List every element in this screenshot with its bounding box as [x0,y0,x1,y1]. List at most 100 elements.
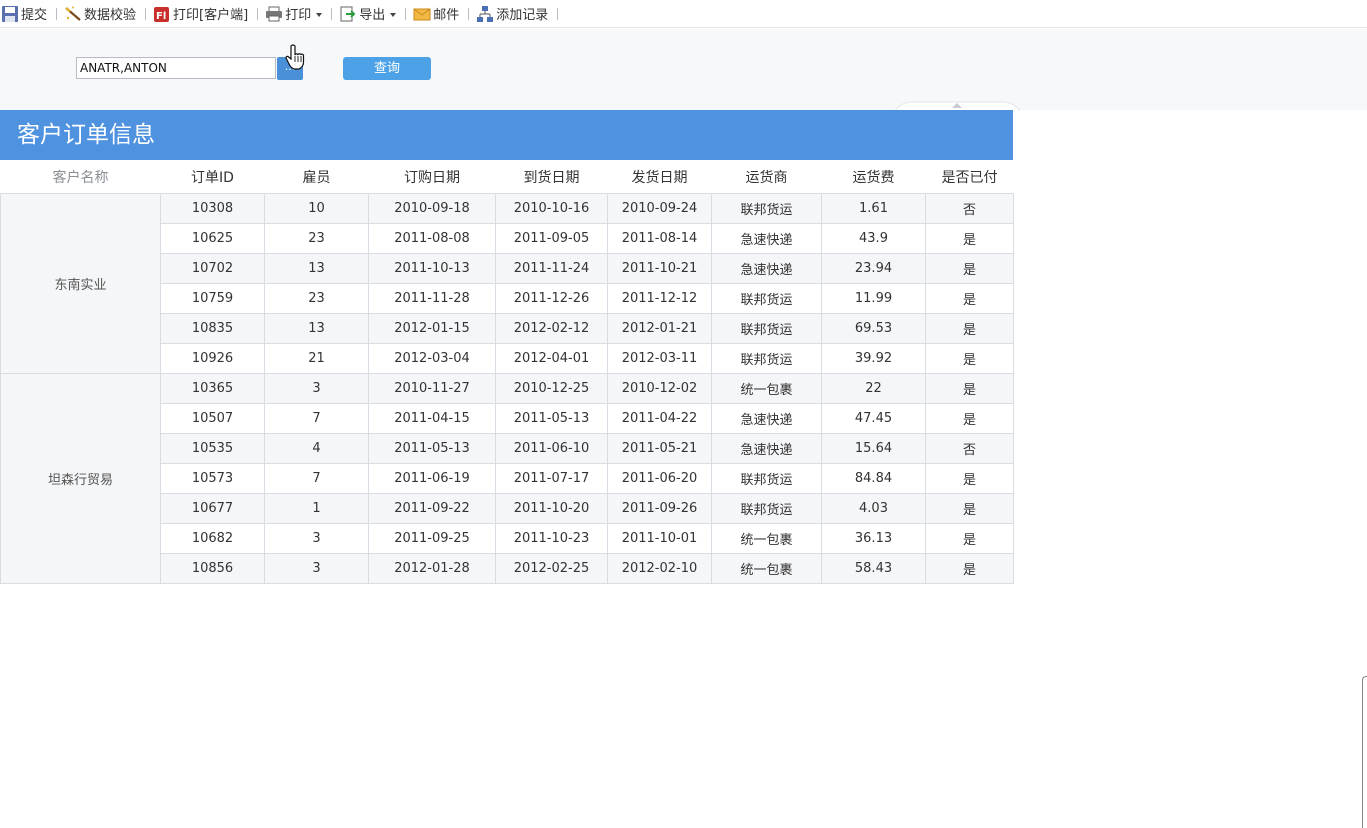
mail-button[interactable]: 邮件 [412,0,461,28]
table-cell: 统一包裹 [711,553,822,584]
table-cell: 10856 [160,553,265,584]
table-cell: 2012-03-11 [607,343,712,374]
table-cell: 联邦货运 [711,463,822,494]
table-cell: 10625 [160,223,265,254]
table-cell: 2011-10-21 [607,253,712,284]
table-cell: 是 [925,313,1014,344]
hand-cursor-icon [285,44,305,70]
table-cell: 10535 [160,433,265,464]
submit-label: 提交 [21,8,48,23]
svg-text:Fl: Fl [156,11,166,22]
submit-button[interactable]: 提交 [0,0,49,28]
table-cell: 10702 [160,253,265,284]
table-cell: 2011-06-19 [368,463,496,494]
check-wand-icon [65,6,81,21]
table-cell: 11.99 [821,283,926,314]
table-cell: 联邦货运 [711,283,822,314]
table-cell: 统一包裹 [711,523,822,554]
table-cell: 是 [925,283,1014,314]
table-cell: 1.61 [821,193,926,224]
table-cell: 否 [925,193,1014,224]
add-record-button[interactable]: 添加记录 [475,0,550,28]
table-cell: 2011-05-13 [495,403,608,434]
data-validate-button[interactable]: 数据校验 [63,0,138,28]
table-cell: 15.64 [821,433,926,464]
toolbar-separator [468,7,470,20]
table-cell: 2011-10-01 [607,523,712,554]
table-cell: 39.92 [821,343,926,374]
table-cell: 2011-07-17 [495,463,608,494]
parameter-panel: ANATR,ANTON ... 查询 [0,29,1367,111]
table-cell: 10759 [160,283,265,314]
table-cell: 84.84 [821,463,926,494]
toolbar-separator [331,7,333,20]
table-cell: 联邦货运 [711,193,822,224]
toolbar-separator [557,7,559,20]
column-header: 雇员 [264,160,369,194]
table-cell: 是 [925,553,1014,584]
column-header: 订单ID [160,160,265,194]
table-cell: 47.45 [821,403,926,434]
customer-input[interactable]: ANATR,ANTON [76,57,276,79]
table-cell: 2011-12-26 [495,283,608,314]
client-print-button[interactable]: Fl 打印[客户端] [152,0,250,28]
report-title: 客户订单信息 [0,110,1013,160]
mail-icon [413,8,431,20]
table-cell: 2012-04-01 [495,343,608,374]
table-cell: 10 [264,193,369,224]
table-cell: 2012-01-21 [607,313,712,344]
table-cell: 急速快递 [711,403,822,434]
table-cell: 3 [264,523,369,554]
table-cell: 联邦货运 [711,313,822,344]
column-header: 到货日期 [495,160,608,194]
table-cell: 是 [925,343,1014,374]
toolbar-separator [56,7,58,20]
toolbar-separator [145,7,147,20]
table-cell: 1 [264,493,369,524]
table-cell: 统一包裹 [711,373,822,404]
table-header-row: 客户名称 订单ID 雇员 订购日期 到货日期 发货日期 运货商 运货费 是否已付 [0,160,1014,194]
save-icon [2,5,18,22]
table-cell: 2010-12-25 [495,373,608,404]
table-cell: 2010-09-24 [607,193,712,224]
table-cell: 22 [821,373,926,404]
table-cell: 36.13 [821,523,926,554]
table-cell: 10365 [160,373,265,404]
toolbar-separator [405,7,407,20]
print-button[interactable]: 打印 [264,0,324,28]
table-cell: 联邦货运 [711,493,822,524]
print-label: 打印 [285,8,312,23]
table-cell: 是 [925,373,1014,404]
orders-table-body: 东南实业 10308 10 2010-09-18 2010-10-16 2010-09-2… [0,193,1014,584]
column-header: 订购日期 [368,160,496,194]
customer-name-cell: 坦森行贸易 [0,373,161,584]
table-cell: 2011-09-22 [368,493,496,524]
customer-name-cell: 东南实业 [0,193,161,374]
table-cell: 21 [264,343,369,374]
table-cell: 3 [264,553,369,584]
mail-label: 邮件 [433,8,460,23]
table-cell: 2011-04-15 [368,403,496,434]
add-record-label: 添加记录 [496,8,549,23]
table-cell: 2012-03-04 [368,343,496,374]
scrollbar-edge [1362,676,1367,828]
table-cell: 23.94 [821,253,926,284]
table-cell: 13 [264,253,369,284]
table-cell: 10926 [160,343,265,374]
table-cell: 2012-01-28 [368,553,496,584]
table-cell: 2012-02-10 [607,553,712,584]
table-row: 东南实业 10308 10 2010-09-18 2010-10-16 2010-09-2… [0,193,1014,374]
table-cell: 2010-11-27 [368,373,496,404]
table-cell: 10573 [160,463,265,494]
table-cell: 是 [925,493,1014,524]
export-button[interactable]: 导出 [338,0,398,28]
table-cell: 7 [264,463,369,494]
export-label: 导出 [359,8,386,23]
table-cell: 2011-09-26 [607,493,712,524]
table-cell: 是 [925,463,1014,494]
table-cell: 2011-11-24 [495,253,608,284]
table-cell: 13 [264,313,369,344]
table-cell: 是 [925,403,1014,434]
query-button[interactable]: 查询 [343,57,431,80]
table-cell: 2011-08-14 [607,223,712,254]
